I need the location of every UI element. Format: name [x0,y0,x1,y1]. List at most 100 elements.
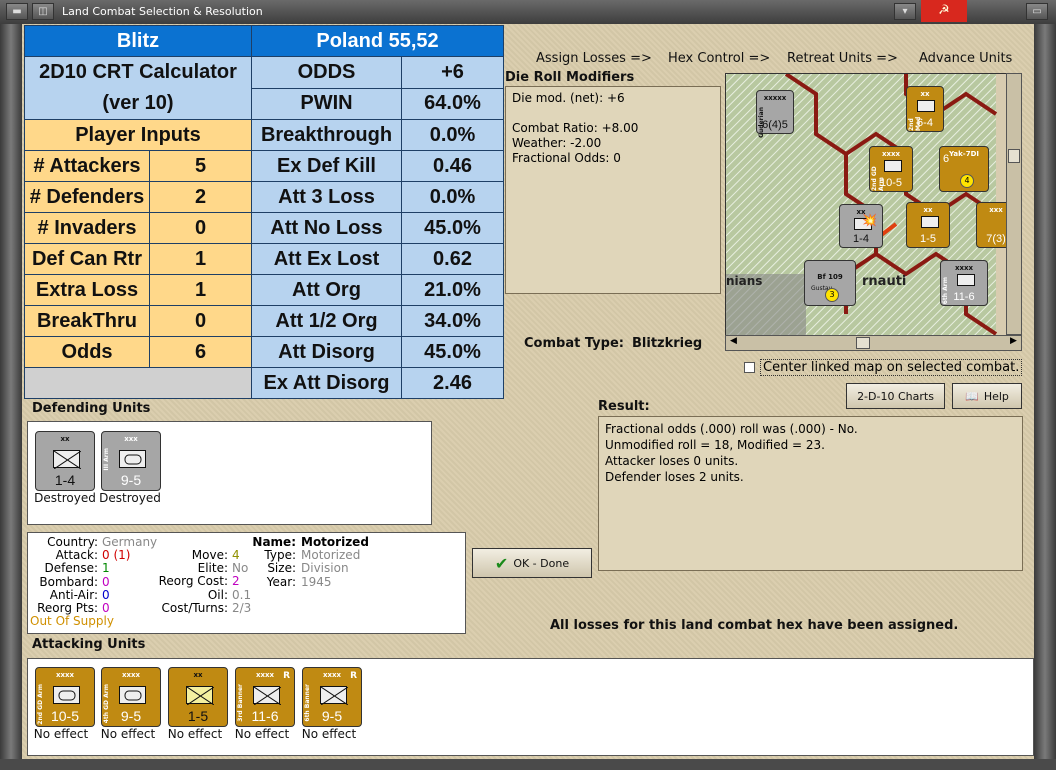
attacker-counter[interactable]: xxxx 9-5 4th GD Arm [101,667,161,727]
ok-button-label: OK - Done [513,556,570,570]
map-counter[interactable]: xxxxx 6(4)5 Guderian [756,90,794,138]
help-button[interactable]: 📖 Help [952,383,1022,409]
left-frame [0,24,22,770]
unit-size: xxxx [121,671,141,679]
unit-name: 4th GD Arm [103,684,110,724]
checkmark-icon: ✔ [494,553,509,573]
scroll-left-icon[interactable]: ◀ [726,336,741,350]
result-line: Unmodified roll = 18, Modified = 23. [605,438,825,452]
map-hscroll[interactable]: ◀ ▶ [725,335,1022,351]
out-label: Ex Def Kill [251,150,402,182]
map-counter-type: Bf 109 [817,273,843,281]
maximize-icon[interactable]: ▭ [1026,3,1048,20]
input-label: # Invaders [24,212,150,244]
map-vscroll[interactable] [1006,73,1022,335]
input-label: Def Can Rtr [24,243,150,275]
die-roll-line: Weather: -2.00 [512,136,602,150]
input-value[interactable]: 2 [149,181,252,213]
unit-strength: 1-4 [54,472,76,488]
crt-calculator: Blitz Poland 55,52 2D10 CRT Calculator (ve… [24,25,504,399]
combat-type-label: Combat Type: [524,336,624,351]
out-label: ODDS [251,56,402,89]
defender-counter[interactable]: xxx 9-5 III Arm [101,431,161,491]
result-line: Fractional odds (.000) roll was (.000) -… [605,422,858,436]
unit-name: 6th Banner [304,684,311,722]
attacker-counter[interactable]: xxxx R 9-5 6th Banner [302,667,362,727]
input-value[interactable]: 5 [149,150,252,182]
title-bar[interactable]: ▬ ◫ Land Combat Selection & Resolution ▾… [0,0,1056,24]
defending-units-title: Defending Units [32,401,151,416]
status-message: All losses for this land combat hex have… [550,618,959,633]
attacker-counter[interactable]: xx 1-5 [168,667,228,727]
step-assign-losses[interactable]: Assign Losses => [536,51,652,66]
map-counter[interactable]: xx 1-5 [906,202,950,248]
air-mission-badge: 3 [825,288,839,302]
info-label: Size: [267,561,296,576]
result-title: Result: [598,399,650,414]
out-value: 34.0% [401,305,504,337]
out-value: 45.0% [401,212,504,244]
die-roll-line [512,106,714,121]
unit-size: xx [60,435,70,443]
input-value[interactable]: 0 [149,305,252,337]
unit-strength: 9-5 [120,708,142,724]
attacker-counter[interactable]: xxxx 10-5 2nd GD Arm [35,667,95,727]
charts-button-label: 2-D-10 Charts [857,389,934,403]
armor-icon [119,450,146,468]
help-button-label: Help [983,389,1009,403]
attacker-counter[interactable]: xxxx R 11-6 3rd Banner [235,667,295,727]
out-label: PWIN [251,87,402,120]
map-counter[interactable]: Yak-7DI 6 4 [939,146,989,192]
result-line: Attacker loses 0 units. [605,454,739,468]
info-size: Division [301,561,349,576]
help-book-icon: 📖 [965,389,979,403]
minimize-icon[interactable]: ▾ [894,3,916,20]
unit-name: 3rd Banner [237,684,244,722]
attacker-status: No effect [301,727,357,741]
input-value[interactable]: 1 [149,243,252,275]
defender-counter[interactable]: xx 1-4 [35,431,95,491]
map-counter[interactable]: xxxx 11-6 6th Arm [940,260,988,306]
charts-button[interactable]: 2-D-10 Charts [846,383,945,409]
input-value[interactable]: 0 [149,212,252,244]
map-counter[interactable]: xxxx 10-5 2nd GD Arm [869,146,913,192]
calc-title: 2D10 CRT Calculator (ver 10) [24,56,252,120]
close-icon[interactable]: ☭ [921,0,967,22]
input-value[interactable]: 1 [149,274,252,306]
map-counter-name: 2nd Med [908,116,922,131]
out-label: Ex Att Disorg [251,367,402,399]
map-counter[interactable]: xx 1-4 💥 [839,204,883,248]
vscroll-thumb[interactable] [1008,149,1020,163]
out-label: Att Org [251,274,402,306]
calc-title-line2: (ver 10) [102,92,174,114]
center-map-label[interactable]: Center linked map on selected combat. [760,359,1023,376]
info-attack-mod: (1) [113,548,131,563]
map-armor-icon [957,274,975,286]
info-label: Defense: [44,561,98,576]
right-frame [1034,24,1056,770]
step-retreat-units[interactable]: Retreat Units => [787,51,898,66]
combat-type-value: Blitzkrieg [632,336,703,351]
step-hex-control[interactable]: Hex Control => [668,51,770,66]
restore-icon[interactable]: ◫ [32,3,54,20]
out-value: 0.62 [401,243,504,275]
reserve-marker: R [283,671,290,681]
hscroll-thumb[interactable] [856,337,870,349]
ok-done-button[interactable]: ✔ OK - Done [472,548,592,578]
out-value: 2.46 [401,367,504,399]
scroll-right-icon[interactable]: ▶ [1006,336,1021,350]
out-value: 45.0% [401,336,504,368]
step-advance-units[interactable]: Advance Units [919,51,1012,66]
armor-icon [119,686,146,704]
defender-status: Destroyed [99,491,161,505]
input-value[interactable]: 6 [149,336,252,368]
info-attack: 0 [102,548,110,563]
system-menu-icon[interactable]: ▬ [6,3,28,20]
map-counter[interactable]: xx 6-4 2nd Med [906,86,944,132]
map-counter[interactable]: Bf 109 Gustav 3 [804,260,856,306]
mini-map[interactable]: xxxxx 6(4)5 Guderian xx 6-4 2nd Med xxxx 10-5… [725,73,1022,351]
center-map-checkbox[interactable] [744,362,755,373]
map-place-label: rnauti [862,274,907,289]
unit-size: xxxx [55,671,75,679]
info-reorgcost: 2 [232,574,240,589]
